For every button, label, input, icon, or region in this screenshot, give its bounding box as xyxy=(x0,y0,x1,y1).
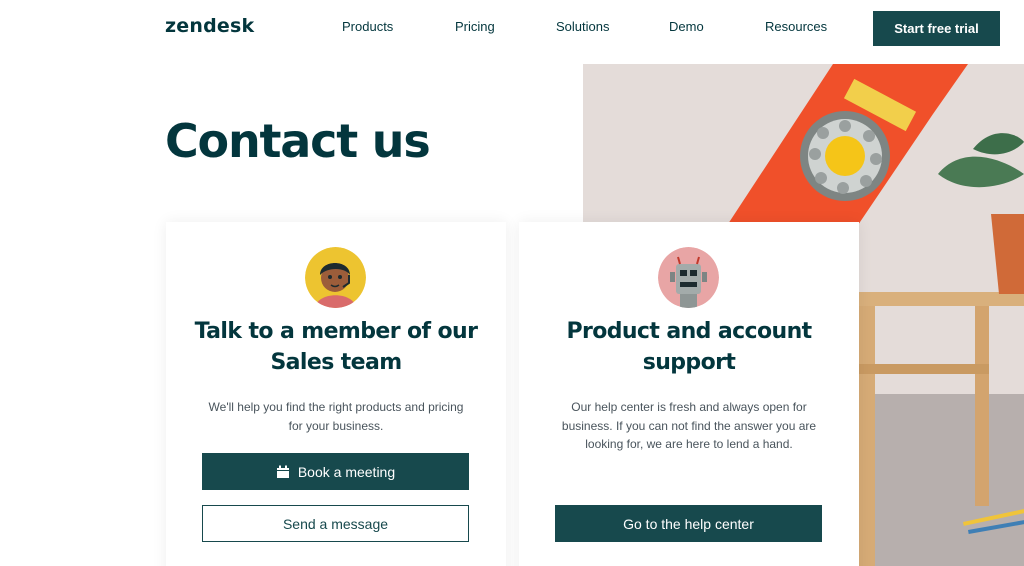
nav-solutions[interactable]: Solutions xyxy=(556,19,609,34)
sales-card: Talk to a member of our Sales team We'll… xyxy=(166,222,506,566)
site-header: zendesk Products Pricing Solutions Demo … xyxy=(0,0,1024,56)
nav-resources[interactable]: Resources xyxy=(765,19,827,34)
book-meeting-label: Book a meeting xyxy=(297,463,396,480)
book-meeting-button[interactable]: Book a meeting xyxy=(202,453,469,490)
zendesk-logo[interactable]: zendesk xyxy=(165,15,254,37)
nav-products[interactable]: Products xyxy=(342,19,393,34)
nav-pricing[interactable]: Pricing xyxy=(455,19,495,34)
start-free-trial-button[interactable]: Start free trial xyxy=(873,11,1000,46)
support-card: Product and account support Our help cen… xyxy=(519,222,859,566)
nav-demo[interactable]: Demo xyxy=(669,19,704,34)
help-center-button[interactable]: Go to the help center xyxy=(555,505,822,542)
send-message-button[interactable]: Send a message xyxy=(202,505,469,542)
page-title: Contact us xyxy=(165,114,431,168)
calendar-icon xyxy=(276,465,289,478)
support-robot-avatar xyxy=(658,247,719,308)
sales-card-title: Talk to a member of our Sales team xyxy=(194,319,478,375)
sales-card-description: We'll help you find the right products a… xyxy=(208,400,464,433)
support-card-title: Product and account support xyxy=(566,319,812,375)
support-card-description: Our help center is fresh and always open… xyxy=(561,400,817,451)
sales-avatar xyxy=(305,247,366,308)
